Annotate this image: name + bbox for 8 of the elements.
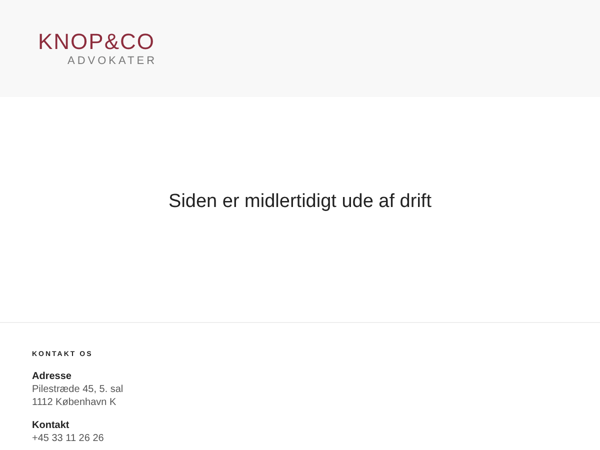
logo-name[interactable]: KNOP&CO xyxy=(38,30,156,54)
contact-line: +45 33 11 26 26 xyxy=(32,432,105,445)
section-title: Kontakt xyxy=(32,419,70,432)
contact-line: Pilestræde 45, 5. sal xyxy=(32,383,124,396)
maintenance-message: Siden er midlertidigt ude af drift xyxy=(168,190,432,214)
logo-tagline: ADVOKATER xyxy=(68,54,158,68)
section-title: Adresse xyxy=(32,370,72,383)
contact-line: 1112 København K xyxy=(32,396,118,409)
